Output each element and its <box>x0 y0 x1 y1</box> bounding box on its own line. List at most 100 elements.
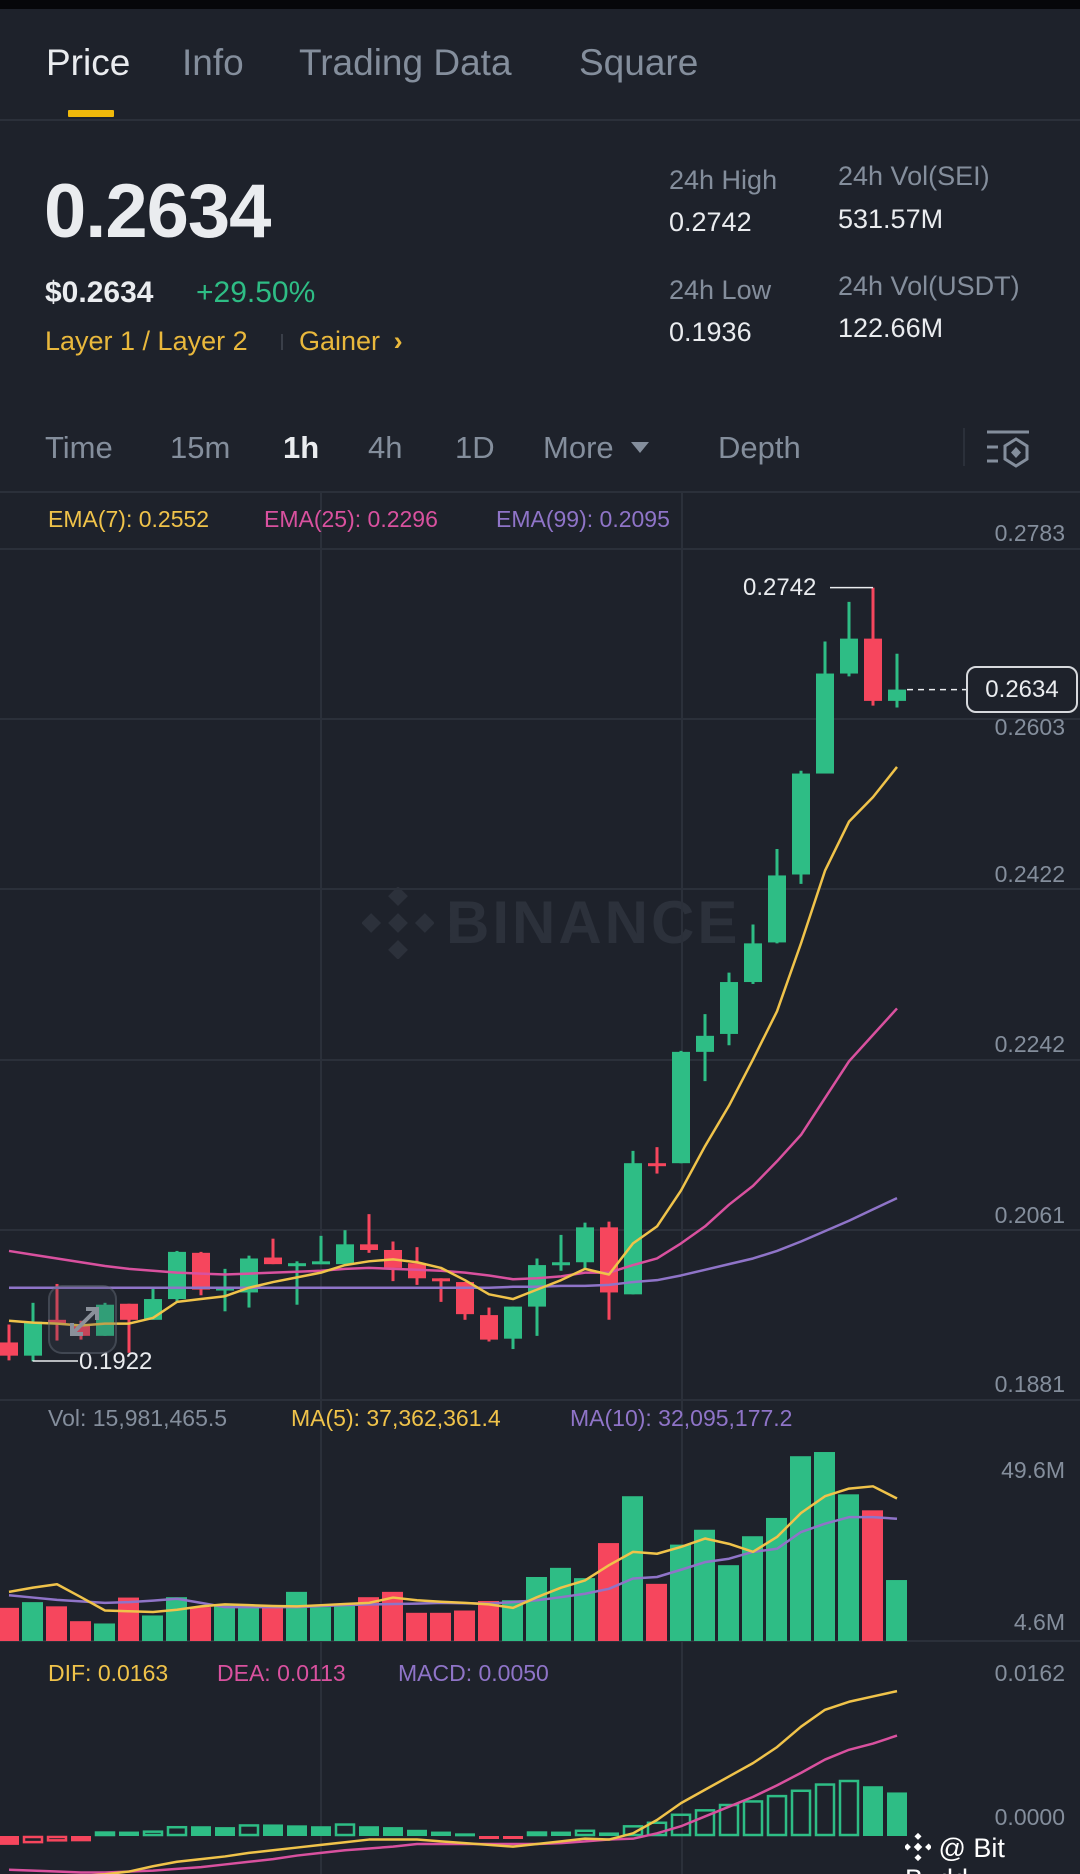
macd-bar <box>790 1789 812 1837</box>
expand-arrows-icon <box>70 1307 99 1336</box>
volume-ma5-legend: MA(5): 37,362,361.4 <box>291 1405 501 1431</box>
price-axis-tick: 0.2422 <box>994 861 1065 887</box>
volume-bar <box>598 1543 619 1641</box>
candle-down <box>192 1252 210 1290</box>
volume-bar <box>550 1567 571 1641</box>
macd-bar <box>94 1831 116 1837</box>
candle-up <box>768 875 786 943</box>
kline-chart[interactable] <box>0 0 1080 1874</box>
volume-bar <box>334 1604 355 1641</box>
macd-bar <box>503 1836 523 1839</box>
candle-up <box>288 1263 306 1267</box>
volume-bar <box>70 1621 91 1641</box>
volume-ma10-line <box>8 1515 898 1609</box>
candle-up <box>888 689 906 701</box>
candle-up <box>576 1227 594 1263</box>
volume-bar <box>814 1452 835 1641</box>
fullscreen-button[interactable] <box>48 1285 117 1354</box>
volume-bar <box>142 1615 163 1641</box>
candle-up <box>744 943 762 983</box>
volume-bar <box>166 1597 187 1641</box>
candle-down <box>0 1342 18 1356</box>
volume-bar <box>886 1580 907 1641</box>
macd-bar <box>599 1832 619 1836</box>
volume-bar <box>286 1591 307 1641</box>
candle-up <box>504 1306 522 1339</box>
macd-bar <box>71 1836 91 1842</box>
macd-bar <box>526 1831 548 1837</box>
candle-up <box>696 1035 714 1052</box>
macd-bar <box>455 1833 475 1837</box>
candle-up <box>840 638 858 674</box>
price-axis-tick: 0.2242 <box>994 1031 1065 1057</box>
volume-bar <box>430 1612 451 1641</box>
macd-bar <box>22 1835 44 1844</box>
ema25-legend: EMA(25): 0.2296 <box>264 506 438 532</box>
volume-axis-tick: 49.6M <box>1001 1457 1065 1483</box>
volume-bar <box>670 1544 691 1641</box>
volume-bar <box>238 1607 259 1641</box>
macd-bar <box>574 1829 596 1837</box>
volume-ma5-line <box>8 1485 898 1614</box>
macd-bar <box>119 1831 139 1836</box>
volume-bar <box>646 1583 667 1641</box>
macd-bar <box>46 1835 68 1842</box>
macd-bar <box>287 1825 307 1836</box>
macd-bar <box>311 1826 331 1836</box>
macd-bar <box>166 1825 188 1837</box>
candle-down <box>648 1163 666 1167</box>
candle-down <box>120 1303 138 1320</box>
macd-bar <box>191 1826 211 1836</box>
macd-bar <box>238 1824 260 1837</box>
volume-bar <box>526 1576 547 1641</box>
macd-bar <box>263 1824 283 1836</box>
macd-bar <box>887 1792 907 1836</box>
macd-bar <box>814 1783 836 1837</box>
macd-bar <box>431 1831 451 1836</box>
volume-bar <box>574 1578 595 1641</box>
last-price-tag[interactable]: 0.2634 <box>966 666 1078 713</box>
diamond-logo-icon <box>903 1832 933 1862</box>
volume-bar <box>310 1607 331 1641</box>
volume-bar <box>214 1604 235 1641</box>
candle-up <box>624 1163 642 1295</box>
macd-bar <box>863 1786 883 1836</box>
period-high-marker: 0.2742 <box>743 574 817 601</box>
candle-down <box>600 1227 618 1293</box>
volume-bar <box>94 1623 115 1641</box>
macd-dif-line <box>91 1689 898 1874</box>
volume-bar <box>478 1600 499 1641</box>
candle-up <box>792 773 810 875</box>
ema7-line <box>8 766 898 1327</box>
candle-up <box>720 982 738 1034</box>
macd-dea-legend: DEA: 0.0113 <box>217 1660 346 1686</box>
macd-value-legend: MACD: 0.0050 <box>398 1660 549 1686</box>
volume-bar <box>862 1510 883 1641</box>
credit-watermark: @ Bit Buddy <box>903 1832 1080 1874</box>
candle-down <box>432 1278 450 1282</box>
price-axis-tick: 0.2061 <box>994 1202 1065 1228</box>
candle-up <box>816 673 834 774</box>
candle-down <box>480 1315 498 1340</box>
ema7-legend: EMA(7): 0.2552 <box>48 506 210 532</box>
volume-ma10-legend: MA(10): 32,095,177.2 <box>570 1405 793 1431</box>
macd-bar <box>142 1830 164 1837</box>
volume-bar <box>118 1597 139 1641</box>
candle-up <box>552 1262 570 1266</box>
volume-legend: Vol: 15,981,465.5 <box>48 1405 228 1431</box>
price-axis-tick: 0.2783 <box>994 520 1065 546</box>
volume-bar <box>46 1606 67 1641</box>
price-axis-tick: 0.2603 <box>994 714 1065 740</box>
volume-bar <box>262 1607 283 1641</box>
volume-bar <box>790 1456 811 1641</box>
candle-up <box>336 1244 354 1265</box>
macd-bar <box>359 1826 379 1836</box>
macd-bar <box>766 1794 788 1837</box>
volume-bar <box>0 1607 19 1641</box>
macd-bar <box>479 1836 499 1839</box>
macd-bar <box>334 1823 356 1837</box>
macd-axis-tick: 0.0162 <box>994 1660 1065 1686</box>
candle-up <box>168 1251 186 1300</box>
price-axis-tick: 0.1881 <box>994 1371 1065 1397</box>
volume-bar <box>190 1607 211 1641</box>
